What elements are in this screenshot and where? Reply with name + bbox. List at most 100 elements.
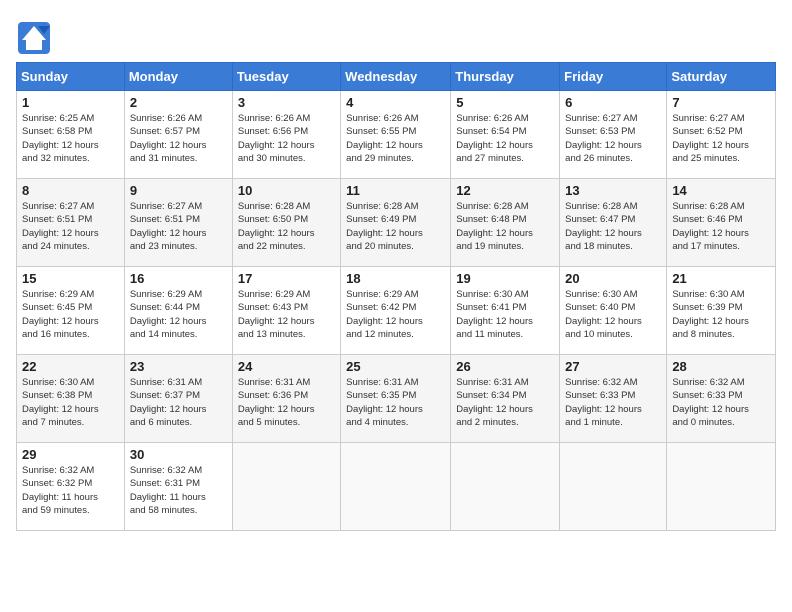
calendar-cell: 6 Sunrise: 6:27 AM Sunset: 6:53 PM Daylig… bbox=[560, 91, 667, 179]
day-number: 23 bbox=[130, 359, 227, 374]
day-info: Sunrise: 6:26 AM Sunset: 6:55 PM Dayligh… bbox=[346, 112, 445, 165]
calendar-cell: 5 Sunrise: 6:26 AM Sunset: 6:54 PM Daylig… bbox=[451, 91, 560, 179]
day-info: Sunrise: 6:28 AM Sunset: 6:47 PM Dayligh… bbox=[565, 200, 661, 253]
weekday-header-wednesday: Wednesday bbox=[341, 63, 451, 91]
day-number: 4 bbox=[346, 95, 445, 110]
calendar-cell bbox=[341, 443, 451, 531]
day-info: Sunrise: 6:29 AM Sunset: 6:43 PM Dayligh… bbox=[238, 288, 335, 341]
calendar-cell: 28 Sunrise: 6:32 AM Sunset: 6:33 PM Dayli… bbox=[667, 355, 776, 443]
calendar-cell: 11 Sunrise: 6:28 AM Sunset: 6:49 PM Dayli… bbox=[341, 179, 451, 267]
calendar-cell: 14 Sunrise: 6:28 AM Sunset: 6:46 PM Dayli… bbox=[667, 179, 776, 267]
day-number: 25 bbox=[346, 359, 445, 374]
day-number: 1 bbox=[22, 95, 119, 110]
calendar-cell: 22 Sunrise: 6:30 AM Sunset: 6:38 PM Dayli… bbox=[17, 355, 125, 443]
day-info: Sunrise: 6:31 AM Sunset: 6:35 PM Dayligh… bbox=[346, 376, 445, 429]
week-row-4: 22 Sunrise: 6:30 AM Sunset: 6:38 PM Dayli… bbox=[17, 355, 776, 443]
day-number: 21 bbox=[672, 271, 770, 286]
day-number: 30 bbox=[130, 447, 227, 462]
calendar-cell: 8 Sunrise: 6:27 AM Sunset: 6:51 PM Daylig… bbox=[17, 179, 125, 267]
calendar-cell bbox=[667, 443, 776, 531]
day-info: Sunrise: 6:27 AM Sunset: 6:51 PM Dayligh… bbox=[130, 200, 227, 253]
calendar-cell: 20 Sunrise: 6:30 AM Sunset: 6:40 PM Dayli… bbox=[560, 267, 667, 355]
day-info: Sunrise: 6:28 AM Sunset: 6:50 PM Dayligh… bbox=[238, 200, 335, 253]
calendar-cell: 2Sunrise: 6:26 AM Sunset: 6:57 PM Daylig… bbox=[124, 91, 232, 179]
day-number: 15 bbox=[22, 271, 119, 286]
calendar-body: 1 Sunrise: 6:25 AM Sunset: 6:58 PM Daylig… bbox=[17, 91, 776, 531]
day-info: Sunrise: 6:28 AM Sunset: 6:48 PM Dayligh… bbox=[456, 200, 554, 253]
calendar-cell: 12Sunrise: 6:28 AM Sunset: 6:48 PM Dayli… bbox=[451, 179, 560, 267]
day-info: Sunrise: 6:26 AM Sunset: 6:54 PM Dayligh… bbox=[456, 112, 554, 165]
day-number: 29 bbox=[22, 447, 119, 462]
day-info: Sunrise: 6:32 AM Sunset: 6:33 PM Dayligh… bbox=[672, 376, 770, 429]
day-number: 3 bbox=[238, 95, 335, 110]
day-number: 28 bbox=[672, 359, 770, 374]
day-info: Sunrise: 6:30 AM Sunset: 6:41 PM Dayligh… bbox=[456, 288, 554, 341]
day-number: 6 bbox=[565, 95, 661, 110]
day-number: 11 bbox=[346, 183, 445, 198]
logo-icon bbox=[16, 20, 52, 56]
week-row-3: 15 Sunrise: 6:29 AM Sunset: 6:45 PM Dayli… bbox=[17, 267, 776, 355]
calendar-cell: 29 Sunrise: 6:32 AM Sunset: 6:32 PM Dayli… bbox=[17, 443, 125, 531]
day-number: 10 bbox=[238, 183, 335, 198]
day-number: 26 bbox=[456, 359, 554, 374]
day-info: Sunrise: 6:29 AM Sunset: 6:42 PM Dayligh… bbox=[346, 288, 445, 341]
day-number: 16 bbox=[130, 271, 227, 286]
week-row-5: 29 Sunrise: 6:32 AM Sunset: 6:32 PM Dayli… bbox=[17, 443, 776, 531]
calendar-cell: 4 Sunrise: 6:26 AM Sunset: 6:55 PM Daylig… bbox=[341, 91, 451, 179]
day-info: Sunrise: 6:30 AM Sunset: 6:38 PM Dayligh… bbox=[22, 376, 119, 429]
calendar-cell: 15 Sunrise: 6:29 AM Sunset: 6:45 PM Dayli… bbox=[17, 267, 125, 355]
day-info: Sunrise: 6:32 AM Sunset: 6:33 PM Dayligh… bbox=[565, 376, 661, 429]
weekday-header-row: SundayMondayTuesdayWednesdayThursdayFrid… bbox=[17, 63, 776, 91]
calendar-cell: 24 Sunrise: 6:31 AM Sunset: 6:36 PM Dayli… bbox=[232, 355, 340, 443]
calendar-cell: 3 Sunrise: 6:26 AM Sunset: 6:56 PM Daylig… bbox=[232, 91, 340, 179]
weekday-header-sunday: Sunday bbox=[17, 63, 125, 91]
week-row-1: 1 Sunrise: 6:25 AM Sunset: 6:58 PM Daylig… bbox=[17, 91, 776, 179]
calendar-cell: 9 Sunrise: 6:27 AM Sunset: 6:51 PM Daylig… bbox=[124, 179, 232, 267]
calendar-cell: 1 Sunrise: 6:25 AM Sunset: 6:58 PM Daylig… bbox=[17, 91, 125, 179]
calendar-cell: 21Sunrise: 6:30 AM Sunset: 6:39 PM Dayli… bbox=[667, 267, 776, 355]
calendar-cell: 27Sunrise: 6:32 AM Sunset: 6:33 PM Dayli… bbox=[560, 355, 667, 443]
day-number: 24 bbox=[238, 359, 335, 374]
calendar-cell: 17 Sunrise: 6:29 AM Sunset: 6:43 PM Dayli… bbox=[232, 267, 340, 355]
day-info: Sunrise: 6:25 AM Sunset: 6:58 PM Dayligh… bbox=[22, 112, 119, 165]
calendar-cell bbox=[451, 443, 560, 531]
day-number: 22 bbox=[22, 359, 119, 374]
day-info: Sunrise: 6:27 AM Sunset: 6:52 PM Dayligh… bbox=[672, 112, 770, 165]
header bbox=[16, 16, 776, 56]
day-info: Sunrise: 6:32 AM Sunset: 6:31 PM Dayligh… bbox=[130, 464, 227, 517]
day-info: Sunrise: 6:31 AM Sunset: 6:37 PM Dayligh… bbox=[130, 376, 227, 429]
day-number: 14 bbox=[672, 183, 770, 198]
day-number: 8 bbox=[22, 183, 119, 198]
day-info: Sunrise: 6:28 AM Sunset: 6:49 PM Dayligh… bbox=[346, 200, 445, 253]
weekday-header-tuesday: Tuesday bbox=[232, 63, 340, 91]
day-info: Sunrise: 6:31 AM Sunset: 6:36 PM Dayligh… bbox=[238, 376, 335, 429]
logo bbox=[16, 20, 56, 56]
day-number: 13 bbox=[565, 183, 661, 198]
calendar-cell: 30 Sunrise: 6:32 AM Sunset: 6:31 PM Dayli… bbox=[124, 443, 232, 531]
day-info: Sunrise: 6:26 AM Sunset: 6:57 PM Dayligh… bbox=[130, 112, 227, 165]
day-number: 20 bbox=[565, 271, 661, 286]
day-number: 9 bbox=[130, 183, 227, 198]
day-info: Sunrise: 6:27 AM Sunset: 6:53 PM Dayligh… bbox=[565, 112, 661, 165]
calendar-cell bbox=[232, 443, 340, 531]
calendar-cell: 18 Sunrise: 6:29 AM Sunset: 6:42 PM Dayli… bbox=[341, 267, 451, 355]
day-info: Sunrise: 6:27 AM Sunset: 6:51 PM Dayligh… bbox=[22, 200, 119, 253]
calendar-cell: 13 Sunrise: 6:28 AM Sunset: 6:47 PM Dayli… bbox=[560, 179, 667, 267]
day-info: Sunrise: 6:29 AM Sunset: 6:45 PM Dayligh… bbox=[22, 288, 119, 341]
day-info: Sunrise: 6:32 AM Sunset: 6:32 PM Dayligh… bbox=[22, 464, 119, 517]
weekday-header-saturday: Saturday bbox=[667, 63, 776, 91]
calendar: SundayMondayTuesdayWednesdayThursdayFrid… bbox=[16, 62, 776, 531]
weekday-header-friday: Friday bbox=[560, 63, 667, 91]
calendar-cell: 19 Sunrise: 6:30 AM Sunset: 6:41 PM Dayli… bbox=[451, 267, 560, 355]
calendar-cell: 7Sunrise: 6:27 AM Sunset: 6:52 PM Daylig… bbox=[667, 91, 776, 179]
day-number: 19 bbox=[456, 271, 554, 286]
day-info: Sunrise: 6:28 AM Sunset: 6:46 PM Dayligh… bbox=[672, 200, 770, 253]
day-info: Sunrise: 6:26 AM Sunset: 6:56 PM Dayligh… bbox=[238, 112, 335, 165]
week-row-2: 8 Sunrise: 6:27 AM Sunset: 6:51 PM Daylig… bbox=[17, 179, 776, 267]
day-info: Sunrise: 6:30 AM Sunset: 6:40 PM Dayligh… bbox=[565, 288, 661, 341]
day-number: 17 bbox=[238, 271, 335, 286]
day-number: 18 bbox=[346, 271, 445, 286]
day-info: Sunrise: 6:31 AM Sunset: 6:34 PM Dayligh… bbox=[456, 376, 554, 429]
calendar-cell bbox=[560, 443, 667, 531]
day-number: 5 bbox=[456, 95, 554, 110]
